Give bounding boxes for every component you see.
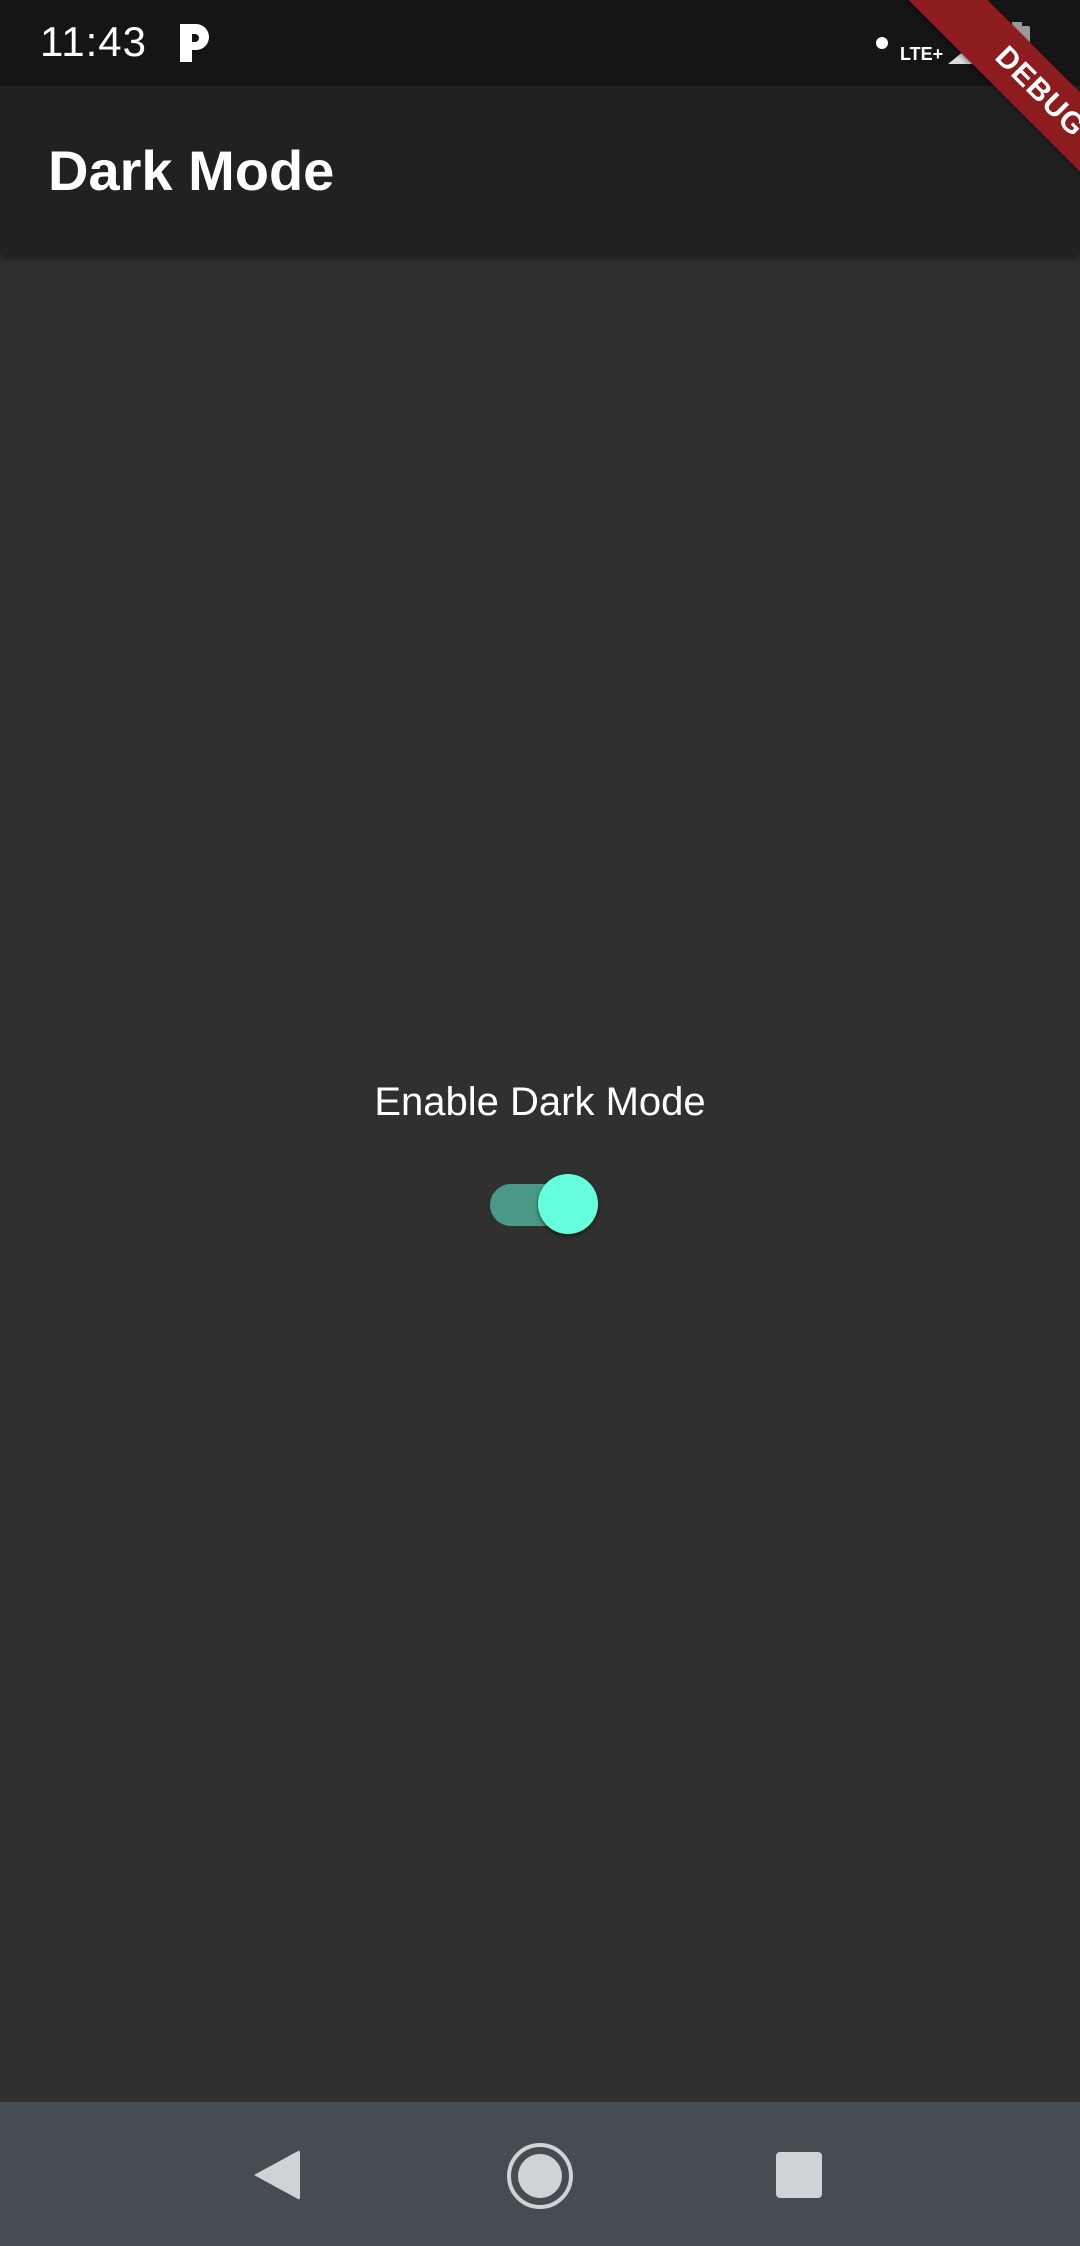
app-bar: Dark Mode bbox=[0, 86, 1080, 254]
network-type: LTE+ bbox=[900, 44, 944, 64]
page-title: Dark Mode bbox=[48, 139, 335, 202]
status-time: 11:43 bbox=[40, 18, 147, 65]
dark-mode-switch[interactable] bbox=[490, 1172, 600, 1236]
screen: 11:43 LTE+ Dark Mode DEBUG Enable Dark M… bbox=[0, 0, 1080, 2246]
home-icon[interactable] bbox=[506, 2142, 574, 2210]
back-icon[interactable] bbox=[250, 2148, 302, 2202]
notification-dot-icon bbox=[876, 37, 888, 49]
navigation-bar bbox=[0, 2102, 1080, 2246]
pandora-icon bbox=[180, 24, 209, 62]
recents-icon[interactable] bbox=[776, 2152, 822, 2198]
switch-thumb bbox=[538, 1174, 598, 1234]
status-bar: 11:43 LTE+ bbox=[0, 0, 1080, 86]
dark-mode-label: Enable Dark Mode bbox=[374, 1080, 706, 1124]
